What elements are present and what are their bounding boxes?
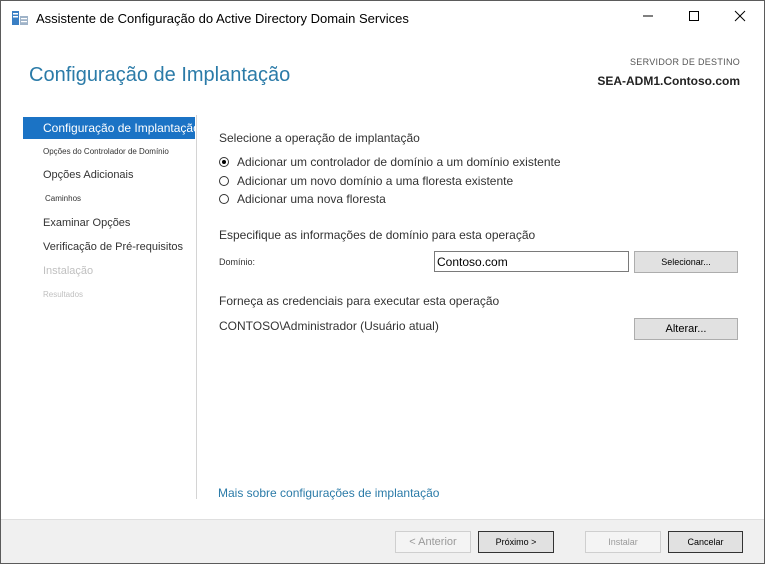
target-server-name: SEA-ADM1.Contoso.com bbox=[597, 74, 740, 88]
next-button[interactable]: Próximo > bbox=[478, 531, 554, 553]
radio-add-forest[interactable]: Adicionar uma nova floresta bbox=[219, 192, 386, 206]
change-credentials-button[interactable]: Alterar... bbox=[634, 318, 738, 340]
nav-item-review-options[interactable]: Examinar Opções bbox=[23, 212, 195, 234]
credentials-value: CONTOSO\Administrador (Usuário atual) bbox=[219, 319, 439, 333]
target-server-label: SERVIDOR DE DESTINO bbox=[630, 57, 740, 67]
window-title: Assistente de Configuração do Active Dir… bbox=[36, 11, 409, 26]
domain-label: Domínio: bbox=[219, 257, 256, 267]
nav-item-results: Resultados bbox=[43, 289, 84, 299]
operation-heading: Selecione a operação de implantação bbox=[219, 131, 420, 145]
radio-button-selected[interactable] bbox=[219, 157, 229, 167]
maximize-button[interactable] bbox=[671, 1, 717, 35]
select-domain-button[interactable]: Selecionar... bbox=[634, 251, 738, 273]
nav-item-additional-options[interactable]: Opções Adicionais bbox=[23, 164, 195, 186]
radio-button[interactable] bbox=[219, 176, 229, 186]
previous-button: < Anterior bbox=[395, 531, 471, 553]
close-icon bbox=[734, 9, 746, 27]
wizard-nav: Configuração de Implantação Opções do Co… bbox=[23, 115, 195, 499]
nav-item-installation: Instalação bbox=[43, 265, 94, 277]
nav-item-dc-options[interactable]: Opções do Controlador de Domínio bbox=[23, 140, 195, 162]
install-button: Instalar bbox=[585, 531, 661, 553]
domain-input[interactable]: Contoso.com bbox=[434, 251, 629, 272]
close-button[interactable] bbox=[717, 1, 763, 35]
nav-item-prereq-check[interactable]: Verificação de Pré-requisitos bbox=[23, 236, 195, 258]
page-title: Configuração de Implantação bbox=[29, 64, 291, 86]
radio-add-dc[interactable]: Adicionar um controlador de domínio a um… bbox=[219, 155, 561, 169]
title-bar: Assistente de Configuração do Active Dir… bbox=[1, 1, 764, 35]
wizard-window: Assistente de Configuração do Active Dir… bbox=[0, 0, 765, 564]
radio-button[interactable] bbox=[219, 194, 229, 204]
nav-divider bbox=[196, 115, 197, 499]
credentials-heading: Forneça as credenciais para executar est… bbox=[219, 294, 500, 308]
cancel-button[interactable]: Cancelar bbox=[668, 531, 743, 553]
nav-item-deployment-config[interactable]: Configuração de Implantação bbox=[23, 117, 195, 139]
domain-heading: Especifique as informações de domínio pa… bbox=[219, 228, 536, 242]
radio-add-domain[interactable]: Adicionar um novo domínio a uma floresta… bbox=[219, 174, 513, 188]
app-server-icon bbox=[11, 10, 29, 26]
wizard-footer: < Anterior Próximo > Instalar Cancelar bbox=[1, 519, 764, 563]
more-info-link[interactable]: Mais sobre configurações de implantação bbox=[218, 486, 439, 500]
maximize-icon bbox=[688, 9, 700, 27]
minimize-icon bbox=[642, 9, 654, 27]
wizard-content: Configuração de Implantação SERVIDOR DE … bbox=[1, 35, 764, 519]
nav-item-paths[interactable]: Caminhos bbox=[23, 187, 195, 209]
minimize-button[interactable] bbox=[625, 1, 671, 35]
